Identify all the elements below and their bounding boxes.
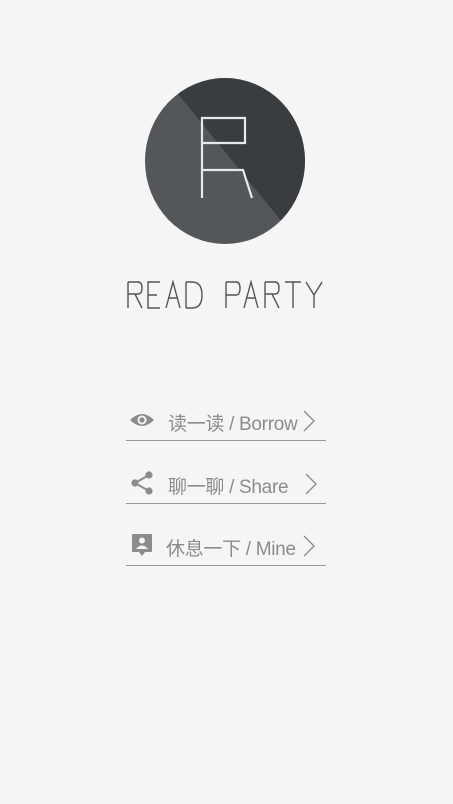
brand-wordmark <box>0 268 453 318</box>
eye-icon <box>128 407 156 433</box>
profile-card-icon <box>128 532 156 558</box>
chevron-right-icon <box>304 472 318 496</box>
share-icon <box>128 470 156 496</box>
menu-item-mine[interactable]: 休息一下 / Mine <box>126 526 326 566</box>
menu-item-borrow[interactable]: 读一读 / Borrow <box>126 401 326 441</box>
app-logo <box>145 78 305 244</box>
menu-item-label: 休息一下 / Mine <box>166 539 296 560</box>
menu-item-share[interactable]: 聊一聊 / Share <box>126 464 326 504</box>
brand-wordmark-art <box>126 279 323 309</box>
chevron-right-icon <box>302 409 316 433</box>
menu-item-label: 聊一聊 / Share <box>168 477 289 498</box>
chevron-right-icon <box>302 534 316 558</box>
menu-item-label: 读一读 / Borrow <box>168 414 298 435</box>
